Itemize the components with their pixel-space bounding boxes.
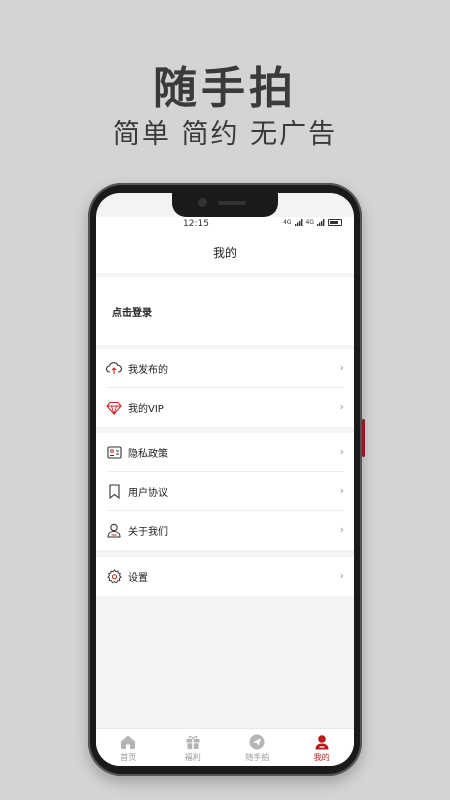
menu-group-3: 设置 ›	[96, 557, 354, 596]
chevron-right-icon: ›	[339, 361, 344, 374]
tab-mine[interactable]: 我的	[290, 729, 355, 766]
tab-label: 福利	[184, 753, 201, 762]
notch	[172, 193, 278, 217]
login-link[interactable]: 点击登录	[112, 304, 152, 319]
battery-icon	[328, 219, 342, 226]
signal-label-2: 4G	[305, 219, 314, 226]
login-card[interactable]: 点击登录	[96, 277, 354, 345]
menu-item-my-posts[interactable]: 我发布的 ›	[106, 349, 344, 388]
user-icon	[106, 523, 122, 539]
phone-screen: 12:15 4G 4G 我的 点击登录 我发布的 › 我的VIP › 隐私政策 …	[96, 193, 354, 766]
id-card-icon	[106, 444, 122, 460]
promo-title: 随手拍	[153, 63, 297, 114]
home-icon	[121, 735, 136, 749]
tab-label: 随手拍	[245, 753, 270, 762]
send-icon	[249, 734, 265, 750]
menu-item-label: 用户协议	[128, 487, 168, 499]
menu-item-about-us[interactable]: 关于我们 ›	[106, 511, 344, 550]
menu-item-settings[interactable]: 设置 ›	[106, 557, 344, 596]
gift-icon	[186, 735, 200, 749]
tab-snapshot[interactable]: 随手拍	[225, 729, 290, 766]
menu-group-1: 我发布的 › 我的VIP ›	[96, 349, 354, 427]
diamond-icon	[106, 400, 122, 416]
menu-item-label: 隐私政策	[128, 448, 168, 460]
phone-frame: 12:15 4G 4G 我的 点击登录 我发布的 › 我的VIP › 隐私政策 …	[88, 183, 365, 776]
chevron-right-icon: ›	[339, 484, 344, 497]
status-bar: 12:15 4G 4G	[96, 217, 354, 235]
signal-icon	[294, 219, 302, 226]
menu-item-label: 我的VIP	[128, 404, 164, 415]
page-header: 我的	[96, 235, 354, 273]
signal-icon	[317, 219, 325, 226]
tab-welfare[interactable]: 福利	[161, 729, 226, 766]
bottom-tab-bar: 首页 福利 随手拍 我的	[96, 728, 354, 766]
menu-item-label: 设置	[128, 573, 148, 584]
chevron-right-icon: ›	[339, 445, 344, 458]
side-button	[362, 419, 365, 457]
chevron-right-icon: ›	[339, 523, 344, 536]
menu-item-my-vip[interactable]: 我的VIP ›	[106, 388, 344, 427]
gear-icon	[106, 569, 122, 585]
menu-item-user-agreement[interactable]: 用户协议 ›	[106, 472, 344, 511]
chevron-right-icon: ›	[339, 400, 344, 413]
bookmark-icon	[106, 483, 122, 499]
tab-label: 我的	[313, 753, 330, 762]
menu-group-2: 隐私政策 › 用户协议 › 关于我们 ›	[96, 433, 354, 550]
tab-home[interactable]: 首页	[96, 729, 161, 766]
cloud-upload-icon	[106, 360, 122, 376]
speaker-icon	[218, 201, 246, 205]
tab-label: 首页	[120, 753, 137, 762]
status-icons: 4G 4G	[283, 219, 342, 226]
page-title: 我的	[212, 246, 237, 260]
signal-label-1: 4G	[283, 219, 292, 226]
menu-item-privacy-policy[interactable]: 隐私政策 ›	[106, 433, 344, 472]
camera-icon	[198, 198, 207, 207]
menu-item-label: 关于我们	[128, 527, 168, 538]
status-time: 12:15	[183, 219, 209, 229]
menu-item-label: 我发布的	[128, 364, 168, 376]
chevron-right-icon: ›	[339, 569, 344, 582]
promo-subtitle: 简单 简约 无广告	[112, 119, 338, 150]
profile-icon	[315, 735, 329, 750]
